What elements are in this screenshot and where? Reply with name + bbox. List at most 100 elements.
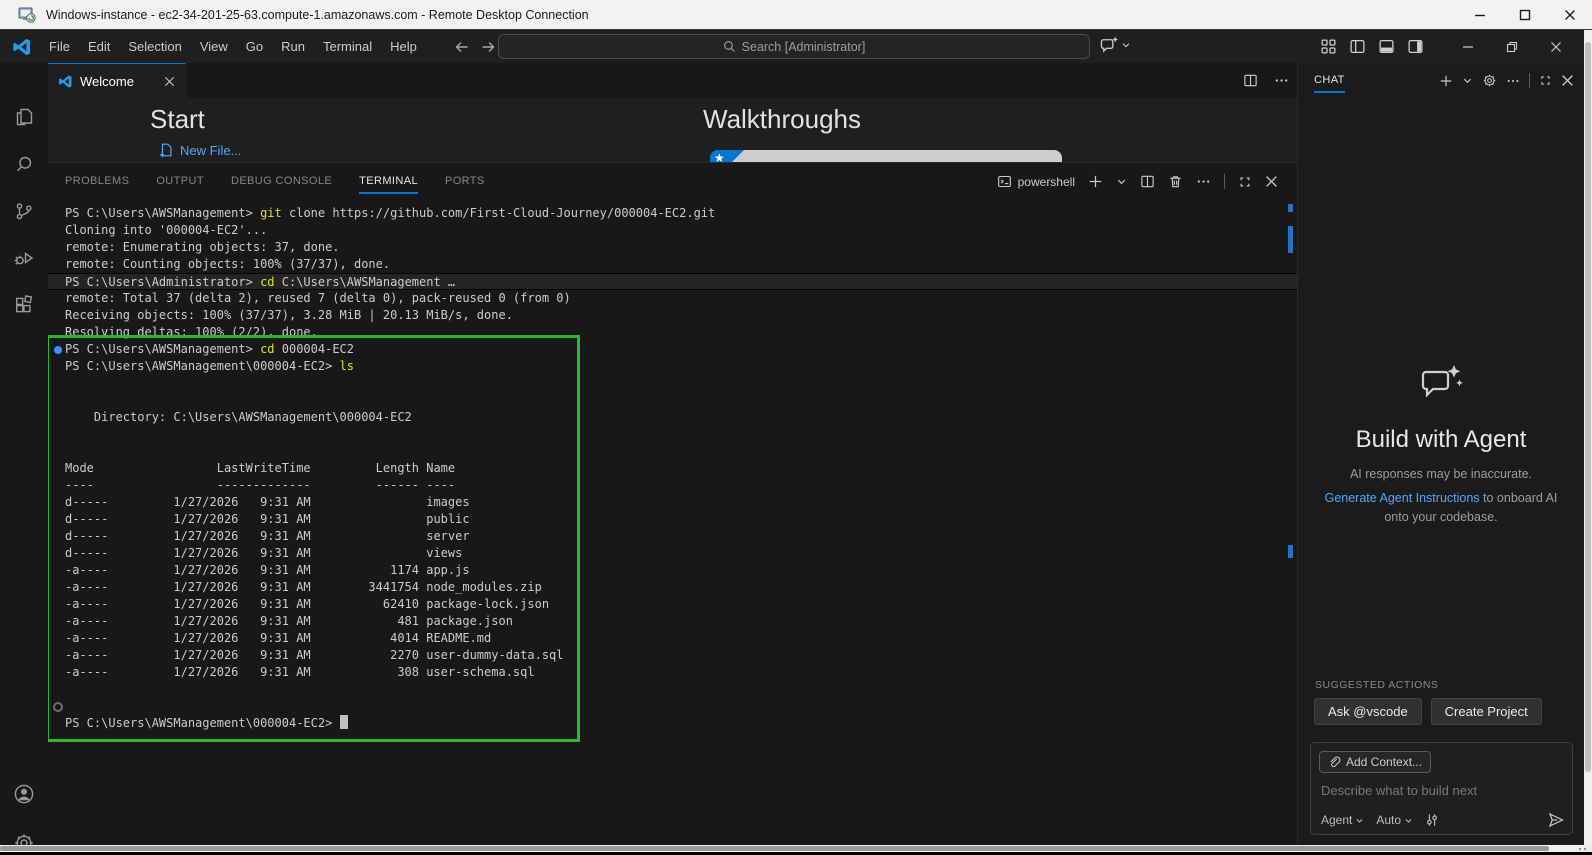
tab-output[interactable]: OUTPUT <box>156 163 204 200</box>
split-terminal-icon[interactable] <box>1140 174 1155 189</box>
vscode-window: File Edit Selection View Go Run Terminal… <box>0 30 1584 852</box>
toggle-panel-icon[interactable] <box>1378 38 1395 55</box>
chat-welcome-title: Build with Agent <box>1355 426 1527 453</box>
tab-ports[interactable]: PORTS <box>445 163 485 200</box>
rdp-horizontal-scrollbar[interactable] <box>0 845 1592 852</box>
customize-layout-icon[interactable] <box>1320 38 1337 55</box>
search-icon[interactable] <box>12 152 36 176</box>
add-context-button[interactable]: Add Context... <box>1319 751 1432 773</box>
terminal-line <box>48 698 1297 715</box>
terminal-instance[interactable]: powershell <box>997 174 1075 189</box>
send-icon[interactable] <box>1548 812 1564 828</box>
vscode-restore-button[interactable] <box>1490 30 1534 63</box>
terminal-line: -a---- 1/27/2026 9:31 AM 308 user-schema… <box>65 665 535 679</box>
tab-terminal[interactable]: TERMINAL <box>359 163 418 200</box>
copilot-menu[interactable] <box>1100 35 1131 54</box>
terminal-line: ---- ------------- ------ ---- <box>65 478 456 492</box>
menu-help[interactable]: Help <box>381 35 426 59</box>
source-control-icon[interactable] <box>12 199 36 223</box>
terminal-line: Resolving deltas: 100% (2/2), done. <box>65 325 318 339</box>
terminal-line: -a---- 1/27/2026 9:31 AM 1174 app.js <box>65 563 470 577</box>
overview-ruler-mark <box>1288 545 1293 558</box>
rdp-window-title: Windows-instance - ec2-34-201-25-63.comp… <box>46 7 589 22</box>
command-decoration-dot <box>54 346 62 354</box>
new-file-link[interactable]: New File... <box>158 142 241 158</box>
command-center-search[interactable]: Search [Administrator] <box>498 34 1090 59</box>
rdp-minimize-button[interactable] <box>1457 0 1502 30</box>
tab-debug-console[interactable]: DEBUG CONSOLE <box>231 163 332 200</box>
go-forward-icon[interactable] <box>480 39 496 55</box>
chat-settings-gear-icon[interactable] <box>1482 73 1497 88</box>
terminal-line: Cloning into '000004-EC2'... <box>65 223 268 237</box>
tools-icon[interactable] <box>1425 813 1439 827</box>
add-context-label: Add Context... <box>1346 755 1423 769</box>
menu-selection[interactable]: Selection <box>119 35 190 59</box>
tab-problems[interactable]: PROBLEMS <box>65 163 129 200</box>
menu-run[interactable]: Run <box>272 35 314 59</box>
tab-welcome[interactable]: Welcome <box>48 63 186 98</box>
panel-more-actions-icon[interactable] <box>1196 174 1211 189</box>
walkthroughs-heading: Walkthroughs <box>703 104 861 134</box>
create-project-button[interactable]: Create Project <box>1430 698 1542 725</box>
model-label: Auto <box>1376 813 1402 827</box>
agent-mode-picker[interactable]: Agent <box>1321 813 1364 827</box>
terminal-line: -a---- 1/27/2026 9:31 AM 2270 user-dummy… <box>65 648 564 662</box>
generate-instructions-link[interactable]: Generate Agent Instructions <box>1325 491 1480 505</box>
split-editor-icon[interactable] <box>1243 73 1258 88</box>
extensions-icon[interactable] <box>12 293 36 317</box>
go-back-icon[interactable] <box>454 39 470 55</box>
walkthrough-card[interactable]: ★ <box>710 150 1062 162</box>
terminal-line: -a---- 1/27/2026 9:31 AM 481 package.jso… <box>65 614 513 628</box>
chat-more-actions-icon[interactable] <box>1506 74 1520 88</box>
menu-file[interactable]: File <box>40 35 79 59</box>
terminal-cursor <box>339 715 348 729</box>
rdp-vertical-scrollbar[interactable] <box>1584 30 1592 845</box>
toggle-secondary-sidebar-icon[interactable] <box>1407 38 1424 55</box>
maximize-chat-icon[interactable] <box>1539 74 1552 87</box>
command-decoration-ring <box>53 702 63 712</box>
chat-input-box[interactable]: Add Context... Describe what to build ne… <box>1310 742 1573 835</box>
kill-terminal-icon[interactable] <box>1168 174 1183 189</box>
more-actions-icon[interactable] <box>1274 73 1289 88</box>
new-terminal-icon[interactable] <box>1088 174 1103 189</box>
vscode-logo-icon <box>13 38 31 55</box>
rdp-maximize-button[interactable] <box>1502 0 1547 30</box>
menu-edit[interactable]: Edit <box>79 35 119 59</box>
bottom-panel: PROBLEMS OUTPUT DEBUG CONSOLE TERMINAL P… <box>48 162 1297 845</box>
terminal-line: d----- 1/27/2026 9:31 AM images <box>65 495 470 509</box>
ask-vscode-button[interactable]: Ask @vscode <box>1314 698 1422 725</box>
paperclip-icon <box>1330 756 1341 767</box>
menu-view[interactable]: View <box>191 35 237 59</box>
terminal-line: PS C:\Users\AWSManagement\000004-EC2> ls <box>65 359 354 373</box>
vscode-minimize-button[interactable] <box>1446 30 1490 63</box>
scrollbar-thumb[interactable] <box>1585 42 1591 772</box>
toggle-primary-sidebar-icon[interactable] <box>1349 38 1366 55</box>
menu-go[interactable]: Go <box>237 35 272 59</box>
close-panel-icon[interactable] <box>1265 175 1278 188</box>
vscode-close-button[interactable] <box>1534 30 1578 63</box>
chat-disclaimer: AI responses may be inaccurate. <box>1349 467 1533 481</box>
overview-ruler-mark <box>1288 226 1293 253</box>
rdp-close-button[interactable] <box>1547 0 1592 30</box>
chat-dropdown-icon[interactable] <box>1462 75 1473 86</box>
maximize-panel-icon[interactable] <box>1238 175 1252 189</box>
tab-close-icon[interactable] <box>164 76 175 87</box>
chat-tab[interactable]: CHAT <box>1314 63 1345 98</box>
chevron-down-icon <box>1405 818 1412 823</box>
model-picker[interactable]: Auto <box>1376 813 1413 827</box>
start-heading: Start <box>150 104 205 134</box>
explorer-icon[interactable] <box>12 105 36 129</box>
scrollbar-thumb[interactable] <box>0 846 1549 851</box>
run-and-debug-icon[interactable] <box>12 246 36 270</box>
close-chat-icon[interactable] <box>1561 74 1574 87</box>
terminal-viewport[interactable]: PS C:\Users\AWSManagement> git clone htt… <box>48 200 1297 846</box>
menu-terminal[interactable]: Terminal <box>314 35 381 59</box>
terminal-line: -a---- 1/27/2026 9:31 AM 3441754 node_mo… <box>65 580 542 594</box>
account-icon[interactable] <box>12 782 36 806</box>
new-chat-icon[interactable] <box>1439 74 1453 88</box>
suggested-actions: Ask @vscode Create Project <box>1314 698 1542 725</box>
terminal-dropdown-icon[interactable] <box>1116 176 1127 187</box>
